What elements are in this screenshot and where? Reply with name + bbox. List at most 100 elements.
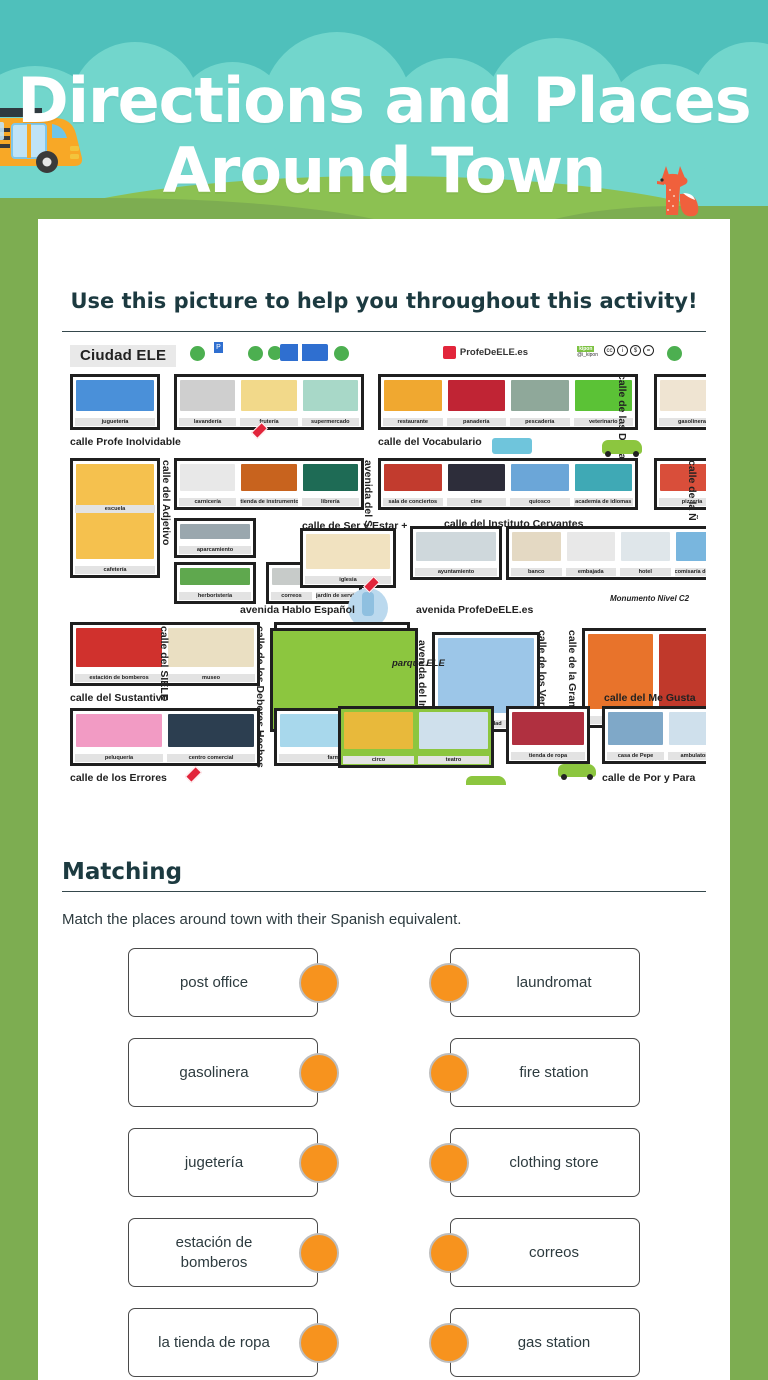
divider-top [62,331,706,332]
map-place: peluquería [73,711,165,763]
street-label: calle del Me Gusta [604,692,696,704]
by-icon: i [617,345,628,356]
match-left-card[interactable]: gasolinera [128,1038,318,1107]
place-label: juguetería [75,418,155,426]
place-label: circo [343,756,414,764]
map-place: iglesia [303,531,393,585]
map-place: herboristería [177,565,253,601]
map-place: juguetería [73,377,157,427]
place-label: peluquería [75,754,163,762]
match-right-connector[interactable] [429,1143,469,1183]
map-place: museo [165,625,257,683]
ciudad-ele-map: Ciudad ELE P ProfeDeELE.es kipon @i_kipo… [62,340,706,785]
place-label: quiosco [510,498,570,506]
nd-icon: = [643,345,654,356]
map-block: restaurante panadería pescadería veterin… [378,374,638,430]
worksheet-page: Directions and Places Around Town Use th… [0,0,768,1380]
street-label: calle de los Errores [70,772,167,784]
match-left-card[interactable]: estación de bomberos [128,1218,318,1287]
match-right-connector[interactable] [429,963,469,1003]
map-place: pescadería [508,377,572,427]
matching-row: post office laundromat [62,948,706,1038]
map-block: tienda de ropa [506,706,590,764]
match-left-connector[interactable] [299,1053,339,1093]
match-right-card[interactable]: correos [450,1218,640,1287]
map-block: peluquería centro comercial [70,708,260,766]
place-label: ayuntamiento [415,568,497,576]
place-label: restaurante [383,418,443,426]
matching-row: la tienda de ropa gas station [62,1308,706,1380]
map-place: estación de bomberos [73,625,165,683]
map-block: escuela cafetería [70,458,160,578]
map-place: aparcamiento [177,521,253,555]
street-label: calle de Por y Para [602,772,696,784]
car-icon [466,776,506,785]
street-label: avenida ProfeDeELE.es [416,604,534,616]
map-place: comisaría de policía [673,529,706,577]
map-block: iglesia [300,528,396,588]
map-credit: kipon @i_kipon [577,346,598,358]
map-place: lavandería [177,377,238,427]
match-left-card[interactable]: la tienda de ropa [128,1308,318,1377]
map-place: embajada [564,529,619,577]
place-label: frutería [240,418,298,426]
match-right-card[interactable]: gas station [450,1308,640,1377]
tree-icon [248,346,263,361]
place-label: aparcamiento [179,546,251,554]
match-right-card[interactable]: fire station [450,1038,640,1107]
matching-row: estación de bomberos correos [62,1218,706,1308]
match-left-connector[interactable] [299,1233,339,1273]
match-left-card[interactable]: post office [128,948,318,1017]
place-label: cine [446,498,506,506]
match-left-card[interactable]: jugetería [128,1128,318,1197]
match-left-connector[interactable] [299,1323,339,1363]
match-right-card[interactable]: clothing store [450,1128,640,1197]
monument-label: Monumento Nivel C2 [610,594,690,603]
place-label: ambulatorio [668,752,706,760]
place-label: panadería [446,418,506,426]
place-label: escuela [75,505,155,513]
place-label: tienda de instrumentos [240,498,298,506]
street-label: calle del Adjetivo [160,460,172,546]
section-description: Match the places around town with their … [62,911,462,928]
match-right-connector[interactable] [429,1323,469,1363]
match-right-connector[interactable] [429,1233,469,1273]
cc-icon: cc [604,345,615,356]
place-label: correos [271,592,312,600]
street-label: avenida Hablo Español [240,604,355,616]
map-block: sala de conciertos cine quiosco academia… [378,458,638,510]
place-label: teatro [418,756,489,764]
place-label: herboristería [179,592,251,600]
match-right-connector[interactable] [429,1053,469,1093]
place-label: gasolinera [659,418,706,426]
map-place: centro comercial [165,711,257,763]
parking-sign-icon: P [214,342,223,353]
match-left-connector[interactable] [299,963,339,1003]
match-right-card[interactable]: laundromat [450,948,640,1017]
street-label: calle del Vocabulario [378,436,482,448]
map-place: tienda de ropa [509,709,587,761]
matching-row: jugetería clothing store [62,1128,706,1218]
map-block: herboristería [174,562,256,604]
place-label: centro comercial [167,754,255,762]
place-label: comisaría de policía [674,568,706,576]
map-place: circo [341,709,416,765]
street-label: calle Profe Inolvidable [70,436,181,448]
tree-icon [667,346,682,361]
page-title: Directions and Places Around Town [17,64,751,207]
map-block: gasolinera [654,374,706,430]
map-place: frutería [238,377,299,427]
place-label: librería [301,498,359,506]
nc-icon: $ [630,345,641,356]
map-place: casa de Pepe [605,709,666,761]
map-block: aparcamiento [174,518,256,558]
map-block: juguetería [70,374,160,430]
map-place: ambulatorio [666,709,706,761]
map-place: ayuntamiento [413,529,499,577]
map-place: gasolinera [657,377,706,427]
worksheet-card: Use this picture to help you throughout … [38,219,730,1380]
activity-prompt: Use this picture to help you throughout … [70,289,698,313]
match-left-connector[interactable] [299,1143,339,1183]
map-place: cine [445,461,509,507]
map-block: circo teatro [338,706,494,768]
